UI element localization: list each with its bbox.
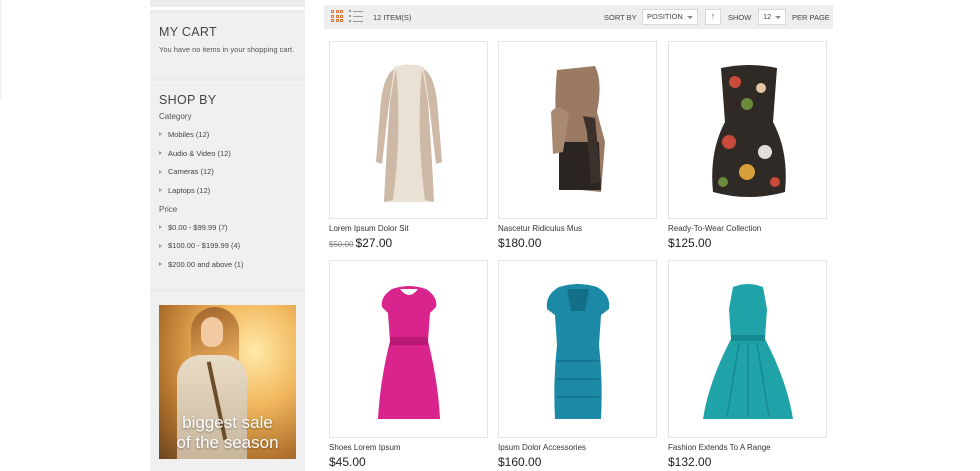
product-image[interactable] <box>498 260 657 438</box>
category-filter-label: Audio & Video (12) <box>168 148 231 158</box>
shop-by-block: SHOP BY Category Mobiles (12) Audio & Vi… <box>150 81 305 289</box>
show-count-select[interactable]: 12 <box>758 9 786 25</box>
dress-image <box>378 286 440 419</box>
price-heading: Price <box>159 204 178 214</box>
category-filter-label: Laptops (12) <box>168 185 211 195</box>
show-label: SHOW <box>728 13 752 22</box>
product-price-box: $180.00 <box>498 236 541 250</box>
floral-dot <box>739 164 755 180</box>
product-name[interactable]: Ready-To-Wear Collection <box>668 224 761 233</box>
floral-dot <box>758 145 772 159</box>
product-name[interactable]: Lorem Ipsum Dolor Sit <box>329 224 409 233</box>
chevron-right-icon <box>159 151 162 156</box>
page-edge <box>0 0 2 100</box>
promo-banner[interactable]: biggest sale of the season <box>159 305 296 459</box>
category-filter-laptops[interactable]: Laptops (12) <box>159 181 296 200</box>
dress-bodice <box>721 65 777 122</box>
chevron-right-icon <box>159 132 162 137</box>
floral-dot <box>770 177 780 187</box>
chevron-right-icon <box>159 243 162 248</box>
price-filter-label: $200.00 and above (1) <box>168 259 244 269</box>
price-filter-100-199[interactable]: $100.00 - $199.99 (4) <box>159 236 296 255</box>
product-price-box: $45.00 <box>329 455 366 469</box>
product-price-box: $125.00 <box>668 236 711 250</box>
dress-image <box>376 64 442 202</box>
price-filter-200-plus[interactable]: $200.00 and above (1) <box>159 255 296 274</box>
chevron-down-icon <box>687 16 693 19</box>
sort-by-select[interactable]: POSITION <box>642 9 698 25</box>
chevron-right-icon <box>159 225 162 230</box>
price-filter-label: $100.00 - $199.99 (4) <box>168 241 241 251</box>
product-old-price: $50.00 <box>329 240 354 249</box>
product-toolbar: 12 ITEM(S) SORT BY POSITION ↑ SHOW 12 PE… <box>324 5 833 29</box>
product-price: $27.00 <box>355 236 393 250</box>
product-price: $160.00 <box>498 455 542 469</box>
category-filter-audio-video[interactable]: Audio & Video (12) <box>159 144 296 163</box>
category-filter-cameras[interactable]: Cameras (12) <box>159 162 296 181</box>
floral-dot <box>718 177 728 187</box>
per-page-label: PER PAGE <box>792 13 830 22</box>
sort-direction-button[interactable]: ↑ <box>705 9 721 25</box>
floral-dot <box>722 135 736 149</box>
sort-by-label: SORT BY <box>604 13 637 22</box>
shop-by-title: SHOP BY <box>159 93 217 107</box>
product-name[interactable]: Nascetur Ridiculus Mus <box>498 224 582 233</box>
product-name[interactable]: Ipsum Dolor Accessories <box>498 443 586 452</box>
category-heading: Category <box>159 112 192 121</box>
cart-block: MY CART You have no items in your shoppi… <box>150 13 305 78</box>
price-filter-list: $0.00 - $99.99 (7) $100.00 - $199.99 (4)… <box>159 218 296 274</box>
product-image[interactable] <box>329 260 488 438</box>
dress-image <box>703 284 793 419</box>
cart-title: MY CART <box>159 25 217 39</box>
dress-waist <box>731 335 765 341</box>
price-filter-0-99[interactable]: $0.00 - $99.99 (7) <box>159 218 296 237</box>
category-filter-label: Cameras (12) <box>168 167 214 177</box>
show-count-value: 12 <box>763 12 772 21</box>
dress-bodice <box>729 284 767 339</box>
category-filter-label: Mobiles (12) <box>168 129 210 139</box>
dress-skirt <box>378 341 440 419</box>
chevron-right-icon <box>159 188 162 193</box>
product-name[interactable]: Fashion Extends To A Range <box>668 443 771 452</box>
category-filter-mobiles[interactable]: Mobiles (12) <box>159 125 296 144</box>
product-price: $132.00 <box>668 455 712 469</box>
product-price: $180.00 <box>498 236 542 250</box>
product-name[interactable]: Shoes Lorem Ipsum <box>329 443 401 452</box>
product-image[interactable] <box>668 260 827 438</box>
dress-waist <box>390 337 428 345</box>
floral-dot <box>756 83 766 93</box>
product-price-box: $50.00 $27.00 <box>329 236 392 250</box>
dress-skirt <box>554 345 602 419</box>
sort-by-value: POSITION <box>647 12 683 21</box>
product-image[interactable] <box>668 41 827 219</box>
chevron-right-icon <box>159 169 162 174</box>
product-image[interactable] <box>498 41 657 219</box>
dress-image <box>712 65 786 197</box>
floral-dot <box>741 98 753 110</box>
chevron-right-icon <box>159 262 162 267</box>
category-filter-list: Mobiles (12) Audio & Video (12) Cameras … <box>159 125 296 200</box>
sidebar-top-strip <box>150 0 305 10</box>
dress-image <box>551 66 605 192</box>
product-price: $125.00 <box>668 236 712 250</box>
promo-text-line2: of the season <box>176 433 279 452</box>
chevron-down-icon <box>775 16 781 19</box>
cart-empty-message: You have no items in your shopping cart. <box>159 45 295 54</box>
promo-block: biggest sale of the season <box>150 292 305 471</box>
list-view-icon[interactable] <box>349 10 363 22</box>
arrow-up-icon: ↑ <box>710 11 716 21</box>
product-price: $45.00 <box>329 455 366 469</box>
product-image[interactable] <box>329 41 488 219</box>
product-price-box: $160.00 <box>498 455 541 469</box>
promo-model-face <box>201 317 223 347</box>
promo-text-line1: biggest sale <box>182 413 273 432</box>
item-count: 12 ITEM(S) <box>373 13 412 22</box>
grid-view-icon[interactable] <box>331 10 343 22</box>
product-price-box: $132.00 <box>668 455 711 469</box>
sidebar: MY CART You have no items in your shoppi… <box>150 0 305 471</box>
floral-dot <box>729 76 741 88</box>
price-filter-label: $0.00 - $99.99 (7) <box>168 222 228 232</box>
dress-image <box>546 284 610 419</box>
